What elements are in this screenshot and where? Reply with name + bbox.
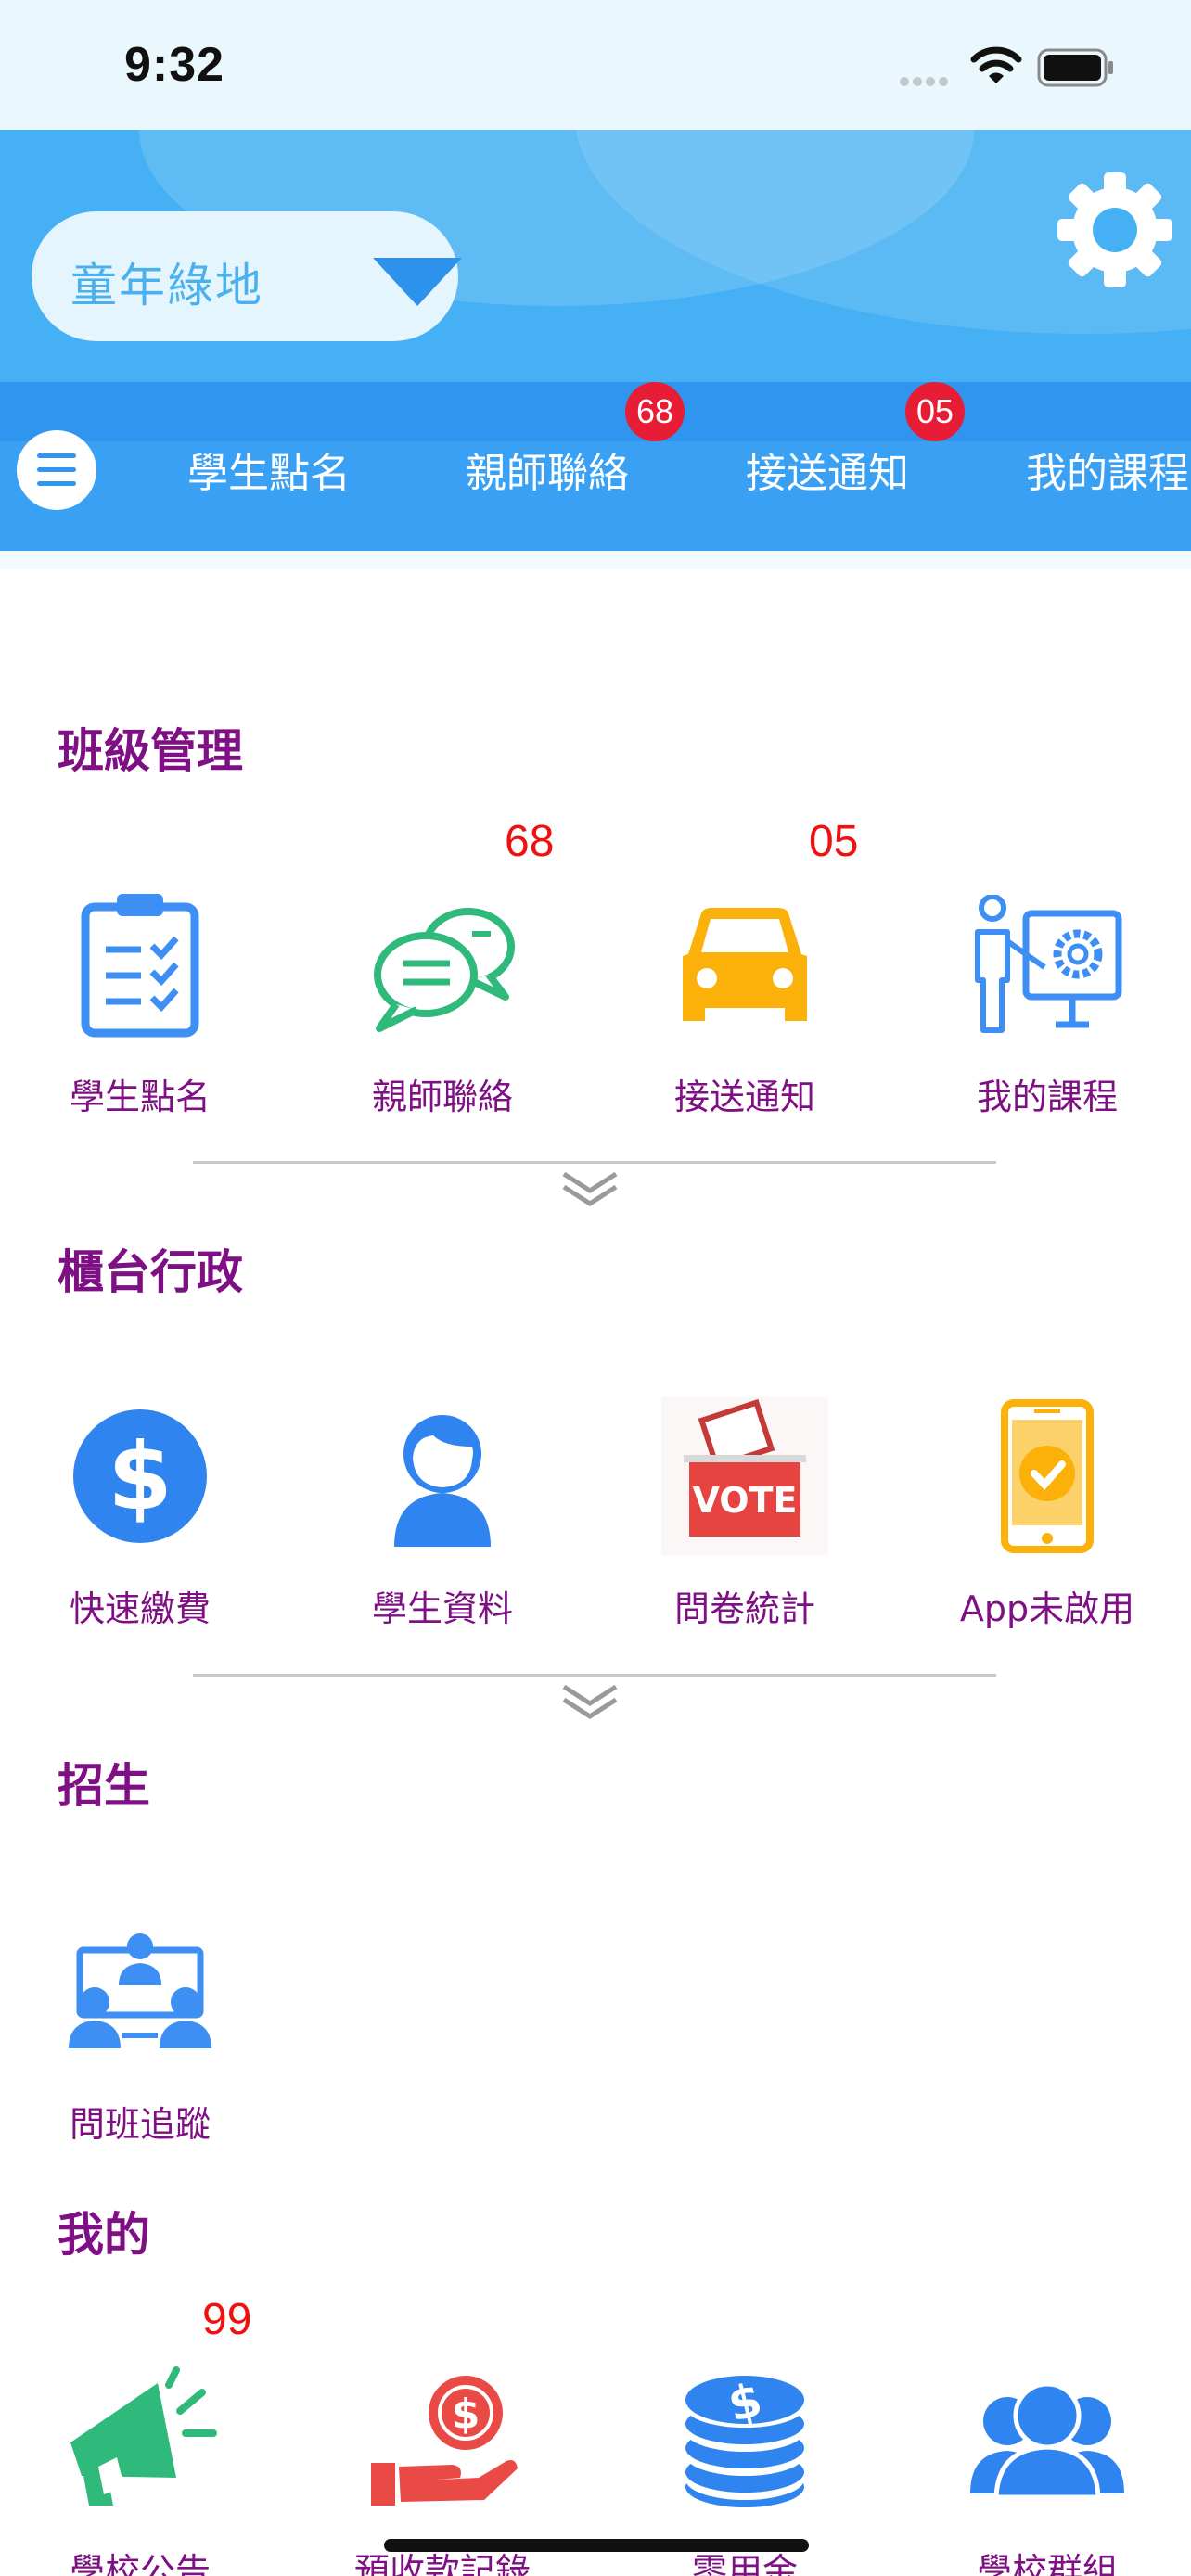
svg-text:$: $ <box>452 2391 480 2438</box>
top-nav-bar: 學生點名 親師聯絡 接送通知 我的課程 68 05 <box>0 382 1191 551</box>
car-icon <box>683 908 807 1021</box>
money-hand-icon: $ <box>371 2376 518 2506</box>
tile-label: 親師聯絡 <box>371 1077 513 1117</box>
group-meeting-icon <box>69 1933 211 2048</box>
dropdown-icon <box>373 258 462 306</box>
vote-box-icon: VOTE <box>661 1397 828 1555</box>
wifi-icon <box>970 46 1022 83</box>
section-title-class-management: 班級管理 <box>58 724 243 778</box>
section-title-front-desk: 櫃台行政 <box>58 1245 243 1299</box>
nav-bottom-strip <box>0 551 1191 569</box>
teacher-board-icon <box>975 895 1122 1033</box>
section-title-mine: 我的 <box>58 2208 150 2262</box>
tile-label: 問班追蹤 <box>69 2104 211 2145</box>
tile-school-announcements[interactable]: 學校公告 <box>6 2355 275 2576</box>
tile-label: 學校群組 <box>976 2551 1118 2576</box>
tile-app-not-activated[interactable]: App未啟用 <box>913 1393 1182 1652</box>
tile-quick-payment[interactable]: $ 快速繳費 <box>6 1393 275 1652</box>
clipboard-checklist-icon <box>81 894 199 1038</box>
coin-stack-icon: $ <box>685 2373 804 2507</box>
gear-icon[interactable] <box>1056 171 1174 289</box>
home-indicator <box>384 2539 809 2552</box>
menu-button[interactable] <box>17 430 96 510</box>
svg-text:$: $ <box>108 1422 173 1531</box>
nav-tab-parent-contact[interactable]: 親師聯絡 <box>466 440 629 499</box>
tile-label: 我的課程 <box>976 1077 1118 1117</box>
nav-tab-my-courses[interactable]: 我的課程 <box>1026 440 1189 499</box>
tile-school-groups[interactable]: 學校群組 <box>913 2355 1182 2576</box>
phone-check-icon <box>1001 1399 1094 1553</box>
tile-student-data[interactable]: 學生資料 <box>308 1393 577 1652</box>
tile-inquiry-tracking[interactable]: 問班追蹤 <box>6 1908 275 2168</box>
nav-badge-parent-contact: 68 <box>625 382 685 441</box>
tile-label: App未啟用 <box>959 1588 1135 1629</box>
chat-bubbles-icon <box>374 908 515 1032</box>
section-divider <box>193 1161 996 1164</box>
megaphone-icon <box>70 2366 217 2506</box>
count-badge-pickup-notice: 05 <box>809 817 859 866</box>
nav-tab-roll-call[interactable]: 學生點名 <box>187 440 351 499</box>
tile-label: 學校公告 <box>69 2551 211 2576</box>
tile-label: 接送通知 <box>673 1077 815 1117</box>
tile-label: 快速繳費 <box>69 1588 211 1629</box>
status-time: 9:32 <box>124 38 225 92</box>
expand-chevron-icon[interactable] <box>560 1683 620 1722</box>
dollar-coin-icon: $ <box>73 1409 207 1543</box>
tile-roll-call[interactable]: 學生點名 <box>6 881 275 1141</box>
battery-icon <box>1037 48 1113 87</box>
student-person-icon <box>394 1415 491 1547</box>
tile-survey-stats[interactable]: VOTE 問卷統計 <box>610 1393 879 1652</box>
status-bar: 9:32 <box>0 0 1191 130</box>
section-divider <box>193 1674 996 1677</box>
tile-my-courses[interactable]: 我的課程 <box>913 881 1182 1141</box>
tile-parent-contact[interactable]: 親師聯絡 <box>308 881 577 1141</box>
school-selector[interactable]: 童年綠地 <box>32 211 462 341</box>
count-badge-parent-contact: 68 <box>505 817 555 866</box>
nav-badge-pickup-notice: 05 <box>905 382 965 441</box>
tile-pickup-notice[interactable]: 接送通知 <box>610 881 879 1141</box>
signal-icon <box>900 72 952 90</box>
count-badge-announcements: 99 <box>202 2295 252 2344</box>
tile-label: 學生點名 <box>69 1077 211 1117</box>
header: 童年綠地 <box>0 130 1191 382</box>
expand-chevron-icon[interactable] <box>560 1170 620 1209</box>
tile-label: 學生資料 <box>371 1588 513 1629</box>
people-group-icon <box>970 2381 1124 2499</box>
nav-tab-pickup-notice[interactable]: 接送通知 <box>746 440 909 499</box>
vote-text: VOTE <box>693 1480 798 1521</box>
tile-label: 問卷統計 <box>673 1588 815 1629</box>
school-name: 童年綠地 <box>70 259 263 312</box>
section-title-enrollment: 招生 <box>58 1759 150 1813</box>
